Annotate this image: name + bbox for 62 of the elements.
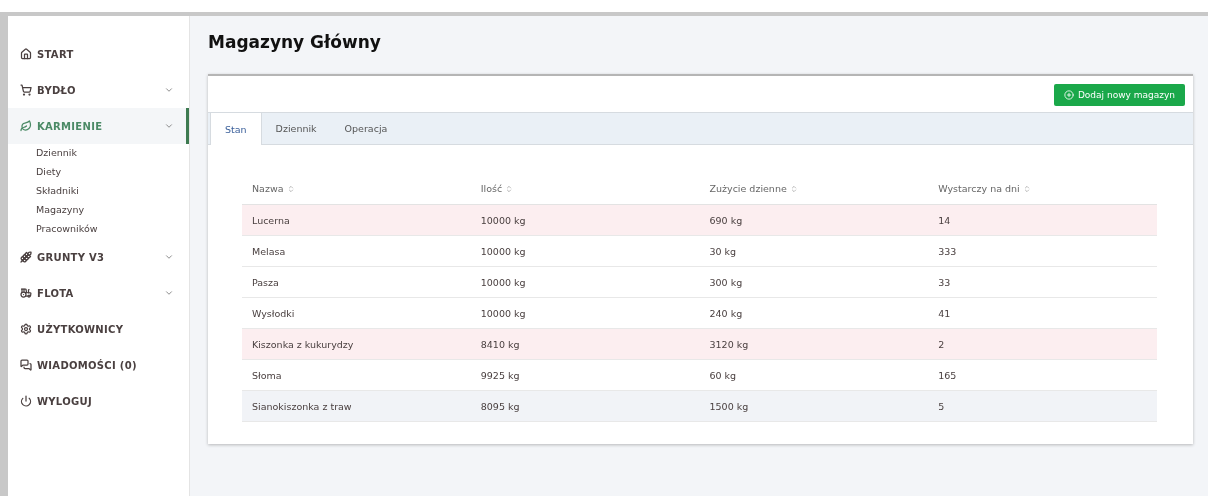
table-cell: 3120 kg [709,338,749,350]
table-cell: 2 [938,338,945,350]
column-header[interactable]: Ilość [480,183,503,194]
table-cell: 30 kg [709,245,737,257]
table-cell: 5 [938,400,945,412]
table-cell: 41 [938,307,951,319]
tab[interactable]: Stan [210,113,262,145]
column-header[interactable]: Wystarczy na dni [938,183,1020,194]
sort-icon[interactable] [789,184,798,193]
table-cell: 333 [938,245,957,257]
sidebar-item[interactable]: WYLOGUJ [8,383,189,419]
column-header[interactable]: Nazwa [252,183,284,194]
tab[interactable]: Operacja [330,113,402,144]
table-cell: 10000 kg [480,276,526,288]
submenu-item[interactable]: Składniki [8,182,189,201]
table-cell: 10000 kg [480,245,526,257]
sidebar-item[interactable]: UŻYTKOWNICY [8,311,189,347]
submenu-item[interactable]: Dziennik [8,144,189,163]
table-cell: Kiszonka z kukurydzy [252,338,354,350]
table-cell: Słoma [252,369,282,381]
submenu-item[interactable]: Pracowników [8,220,189,239]
sidebar-item[interactable]: FLOTA [8,275,189,311]
table-cell: 690 kg [709,214,743,226]
nav-icon [20,323,32,335]
table-cell: 1500 kg [709,400,749,412]
page-title: Magazyny Główny [208,32,382,52]
sidebar-item[interactable]: START [8,36,189,72]
table-cell: Lucerna [252,214,290,226]
table-cell: 8095 kg [480,400,520,412]
submenu-item[interactable]: Diety [8,163,189,182]
table-cell: 9925 kg [480,369,520,381]
submenu-item[interactable]: Magazyny [8,201,189,220]
table-cell: Wysłodki [252,307,295,319]
sort-icon[interactable] [1022,184,1031,193]
column-header[interactable]: Zużycie dzienne [709,183,787,194]
nav-icon [20,359,32,371]
nav-icon [20,120,32,132]
table-cell: 165 [938,369,957,381]
table-cell: Melasa [252,245,286,257]
sidebar-item[interactable]: GRUNTY V3 [8,239,189,275]
tab[interactable]: Dziennik [261,113,331,144]
nav-icon [20,84,32,96]
sidebar-item[interactable]: WIADOMOŚCI (0) [8,347,189,383]
table-cell: 14 [938,214,951,226]
table-cell: Sianokiszonka z traw [252,400,352,412]
plus-icon [1063,90,1074,100]
nav-icon [20,395,32,407]
sidebar-item[interactable]: KARMIENIE [8,108,189,144]
sort-icon[interactable] [505,184,514,193]
table-cell: 10000 kg [480,214,526,226]
table-cell: 33 [938,276,951,288]
table-cell: 240 kg [709,307,743,319]
sidebar-item[interactable]: BYDŁO [8,72,189,108]
nav-icon [20,287,32,299]
table-cell: 8410 kg [480,338,520,350]
sort-icon[interactable] [286,184,295,193]
table-cell: 60 kg [709,369,737,381]
nav-icon [20,251,32,263]
table-cell: 300 kg [709,276,743,288]
table-cell: 10000 kg [480,307,526,319]
table-cell: Pasza [252,276,279,288]
nav-icon [20,48,32,60]
